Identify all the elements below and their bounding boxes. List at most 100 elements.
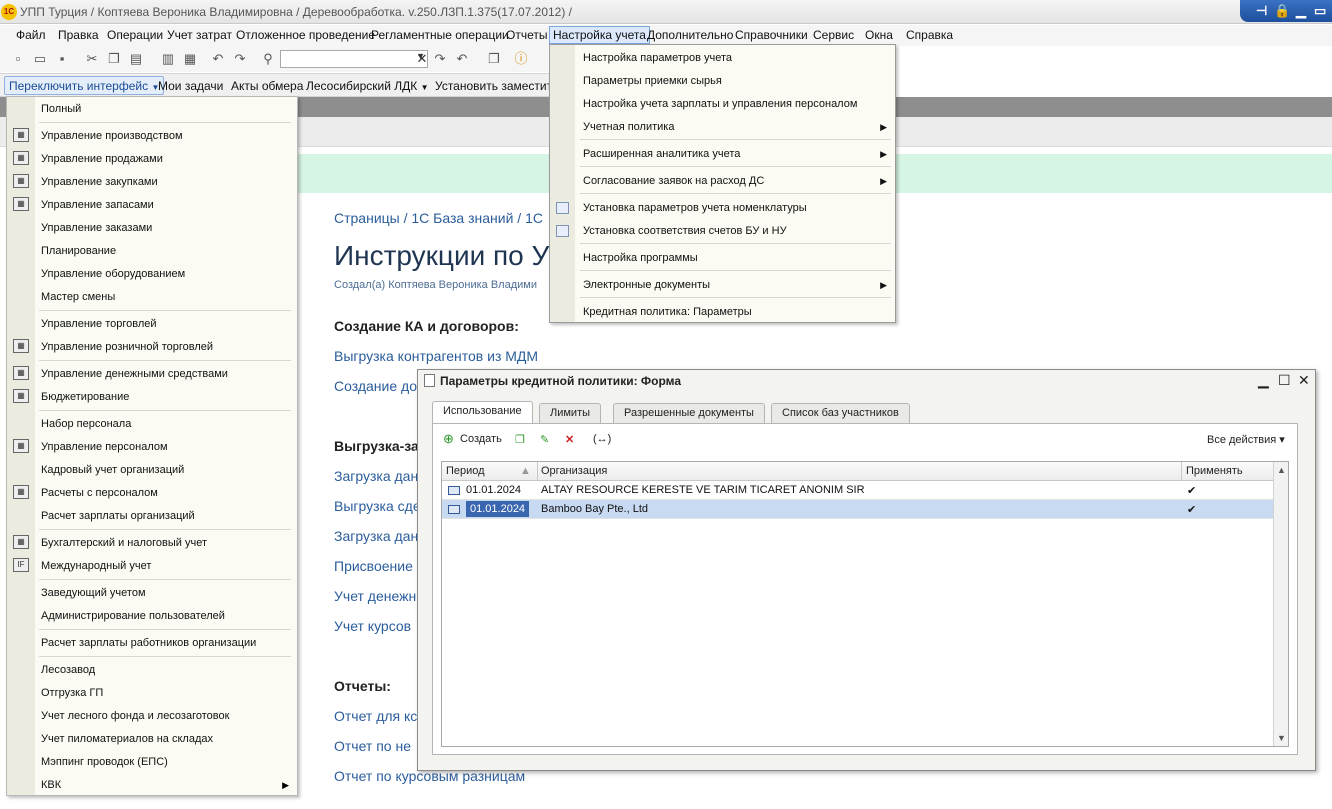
new-document-icon[interactable]: ▫ — [10, 51, 26, 67]
menu-reports[interactable]: Отчеты — [506, 28, 547, 42]
settings-item[interactable]: Установка параметров учета номенклатуры — [583, 202, 807, 214]
maximize-icon[interactable]: ▭ — [1314, 3, 1326, 19]
windows-icon[interactable]: ❐ — [486, 51, 502, 67]
wiki-link[interactable]: Создание до — [334, 378, 417, 394]
menu-additional[interactable]: Дополнительно — [647, 28, 733, 42]
maximize-icon[interactable]: ☐ — [1278, 372, 1291, 389]
menu-edit[interactable]: Правка — [58, 28, 99, 42]
interface-item[interactable]: Полный — [41, 103, 81, 115]
minimize-icon[interactable]: ▁ — [1258, 372, 1269, 389]
wiki-link[interactable]: Загрузка дан — [334, 528, 418, 544]
menu-file[interactable]: Файл — [16, 28, 46, 42]
settings-item[interactable]: Расширенная аналитика учета — [583, 148, 740, 160]
scroll-down-icon[interactable]: ▼ — [1277, 733, 1286, 743]
print-preview-icon[interactable]: ▦ — [182, 51, 198, 67]
tab-allowed-documents[interactable]: Разрешенные документы — [613, 403, 765, 423]
panel-set-deputy[interactable]: Установить заместите — [435, 79, 559, 93]
interface-item[interactable]: Планирование — [41, 245, 116, 257]
interface-item[interactable]: Бухгалтерский и налоговый учет — [41, 537, 207, 549]
wiki-link[interactable]: Выгрузка контрагентов из МДМ — [334, 348, 538, 364]
vertical-scrollbar[interactable]: ▲ ▼ — [1273, 462, 1288, 746]
interface-item[interactable]: Расчет зарплаты работников организации — [41, 637, 256, 649]
menu-catalogs[interactable]: Справочники — [735, 28, 808, 42]
all-actions-menu[interactable]: Все действия ▾ — [1207, 433, 1285, 446]
apply-checkbox[interactable]: ✔ — [1187, 484, 1196, 497]
info-icon[interactable]: ⓘ — [513, 51, 529, 67]
undo-icon[interactable]: ↶ — [210, 51, 226, 67]
interface-item[interactable]: Бюджетирование — [41, 391, 129, 403]
settings-item[interactable]: Установка соответствия счетов БУ и НУ — [583, 225, 787, 237]
save-icon[interactable]: ▪ — [54, 51, 70, 67]
cut-icon[interactable]: ✂ — [84, 51, 100, 67]
interface-item[interactable]: Заведующий учетом — [41, 587, 146, 599]
link-icon[interactable]: (↔) — [593, 433, 611, 445]
interface-item[interactable]: Управление продажами — [41, 153, 163, 165]
settings-item[interactable]: Настройка учета зарплаты и управления пе… — [583, 98, 857, 110]
menu-accounting-settings[interactable]: Настройка учета — [549, 26, 650, 44]
interface-item[interactable]: Управление розничной торговлей — [41, 341, 213, 353]
search-input[interactable]: ▼ — [280, 50, 428, 68]
menu-windows[interactable]: Окна — [865, 28, 893, 42]
switch-interface-button[interactable]: Переключить интерфейс ▼ — [4, 76, 165, 95]
search-next-icon[interactable]: ↷ — [432, 51, 448, 67]
menu-help[interactable]: Справка — [906, 28, 953, 42]
edit-icon[interactable]: ✎ — [540, 433, 549, 446]
interface-item[interactable]: Лесозавод — [41, 664, 95, 676]
wiki-link[interactable]: Присвоение — [334, 558, 413, 574]
settings-item[interactable]: Настройка программы — [583, 252, 698, 264]
table-row[interactable]: 01.01.2024 ALTAY RESOURCE KERESTE VE TAR… — [442, 481, 1274, 500]
menu-deferred-posting[interactable]: Отложенное проведение — [236, 28, 375, 42]
wiki-link[interactable]: Учет курсов — [334, 618, 411, 634]
settings-item[interactable]: Настройка параметров учета — [583, 52, 732, 64]
interface-item[interactable]: Управление персоналом — [41, 441, 168, 453]
panel-measurement-acts[interactable]: Акты обмера — [231, 79, 303, 93]
interface-item[interactable]: Кадровый учет организаций — [41, 464, 184, 476]
column-apply[interactable]: Применять — [1186, 465, 1243, 477]
interface-item[interactable]: Управление производством — [41, 130, 183, 142]
pin-icon[interactable]: ⊣ — [1256, 3, 1267, 19]
settings-item[interactable]: Кредитная политика: Параметры — [583, 306, 752, 318]
search-prev-icon[interactable]: ↶ — [454, 51, 470, 67]
interface-item[interactable]: Учет лесного фонда и лесозаготовок — [41, 710, 229, 722]
interface-item[interactable]: Управление торговлей — [41, 318, 157, 330]
redo-icon[interactable]: ↷ — [232, 51, 248, 67]
sort-icon[interactable]: ▲ — [520, 465, 531, 477]
interface-item[interactable]: Администрирование пользователей — [41, 610, 225, 622]
breadcrumb[interactable]: Страницы / 1С База знаний / 1С — [334, 210, 543, 226]
open-folder-icon[interactable]: ▭ — [32, 51, 48, 67]
wiki-link[interactable]: Загрузка дан — [334, 468, 418, 484]
tab-usage[interactable]: Использование — [432, 401, 533, 423]
column-organization[interactable]: Организация — [541, 465, 607, 477]
tab-participant-bases[interactable]: Список баз участников — [771, 403, 910, 423]
interface-item[interactable]: Набор персонала — [41, 418, 131, 430]
tab-limits[interactable]: Лимиты — [539, 403, 602, 423]
menu-cost-accounting[interactable]: Учет затрат — [167, 28, 232, 42]
apply-checkbox[interactable]: ✔ — [1187, 503, 1196, 516]
interface-item[interactable]: Отгрузка ГП — [41, 687, 103, 699]
interface-item[interactable]: Управление оборудованием — [41, 268, 185, 280]
paste-icon[interactable]: ▤ — [128, 51, 144, 67]
interface-item[interactable]: Управление запасами — [41, 199, 154, 211]
interface-item[interactable]: Мэппинг проводок (ЕПС) — [41, 756, 168, 768]
wiki-link[interactable]: Отчет по не — [334, 738, 411, 754]
settings-item[interactable]: Согласование заявок на расход ДС — [583, 175, 764, 187]
settings-item[interactable]: Учетная политика — [583, 121, 674, 133]
search-icon[interactable]: ⚲ — [260, 51, 276, 67]
interface-item[interactable]: Учет пиломатериалов на складах — [41, 733, 213, 745]
interface-item[interactable]: КВК — [41, 779, 61, 791]
interface-item[interactable]: Управление денежными средствами — [41, 368, 228, 380]
create-button[interactable]: Создать — [460, 433, 502, 445]
settings-item[interactable]: Параметры приемки сырья — [583, 75, 722, 87]
interface-item[interactable]: Управление заказами — [41, 222, 152, 234]
lock-icon[interactable]: 🔒 — [1274, 3, 1290, 19]
print-icon[interactable]: ▥ — [160, 51, 176, 67]
panel-lesosibirsk[interactable]: Лесосибирский ЛДК ▼ — [306, 79, 429, 93]
copy-icon[interactable]: ❐ — [106, 51, 122, 67]
interface-item[interactable]: Расчет зарплаты организаций — [41, 510, 195, 522]
table-row[interactable]: 01.01.2024 Bamboo Bay Pte., Ltd ✔ — [442, 500, 1274, 519]
minimize-icon[interactable]: ▁ — [1296, 3, 1306, 19]
scroll-up-icon[interactable]: ▲ — [1277, 465, 1286, 475]
close-icon[interactable]: ✕ — [1298, 372, 1310, 389]
menu-service[interactable]: Сервис — [813, 28, 854, 42]
menu-regulated-operations[interactable]: Регламентные операции — [371, 28, 509, 42]
